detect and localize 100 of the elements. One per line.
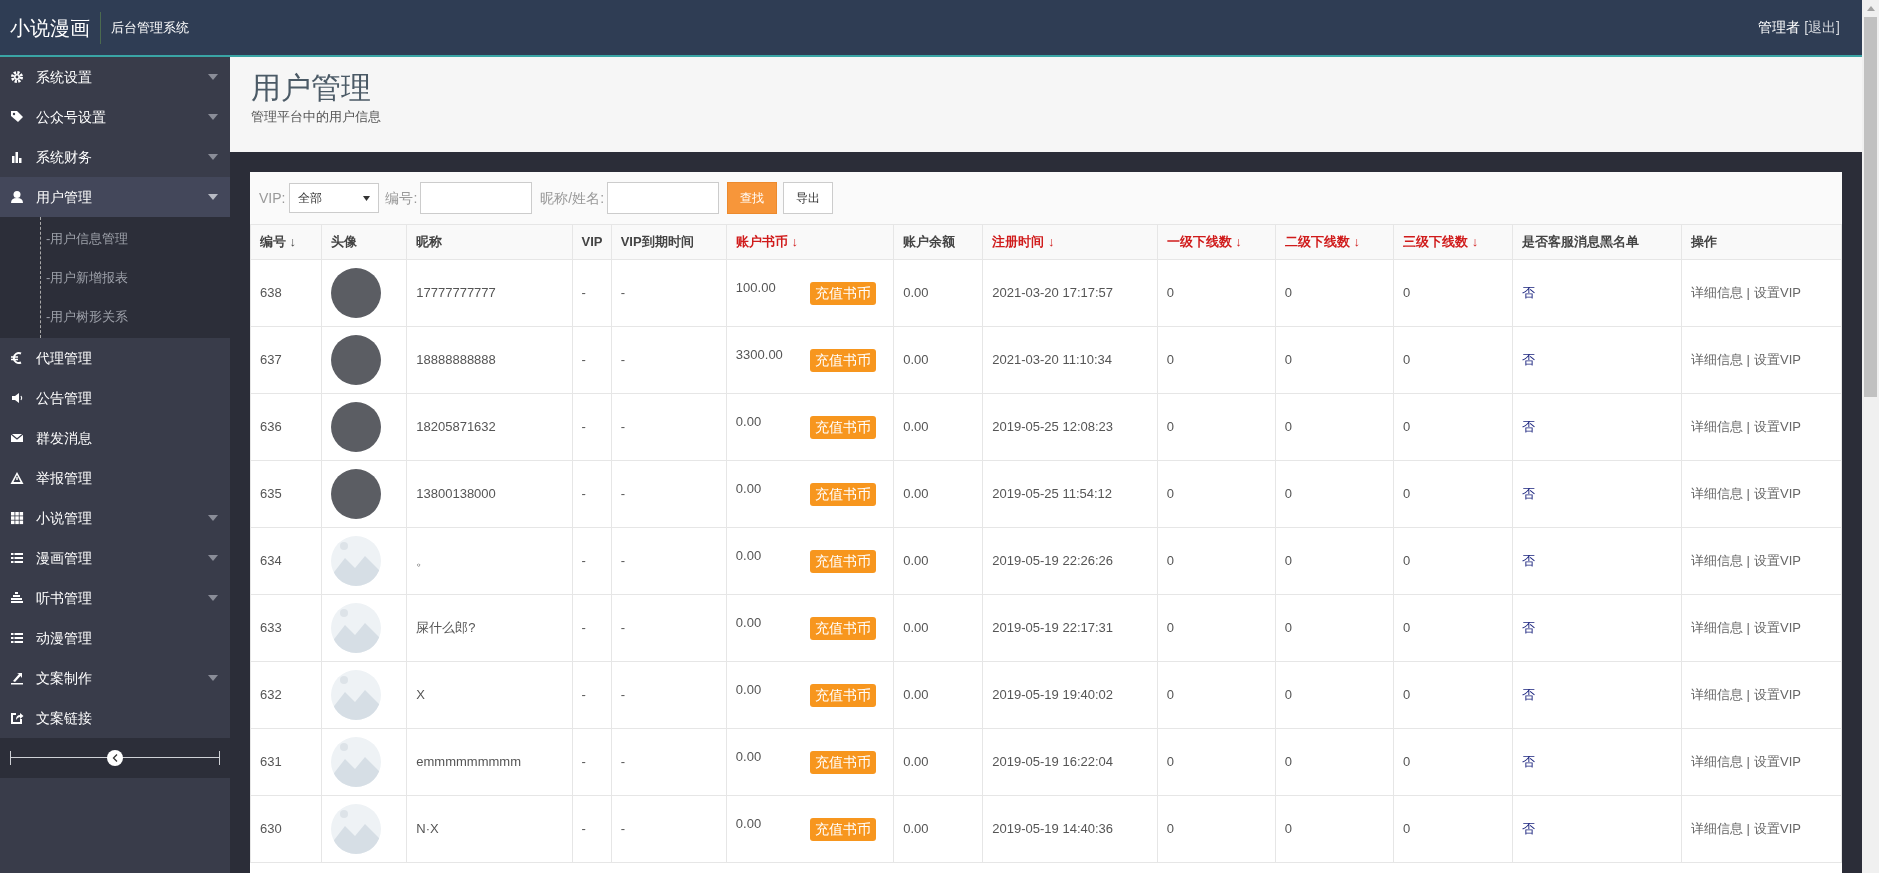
balance-cell: 0.00: [893, 594, 983, 662]
details-link[interactable]: 详细信息: [1690, 419, 1743, 435]
count-cell: 0: [1275, 728, 1394, 796]
balance-cell: 0.00: [893, 393, 983, 461]
sidebar-item[interactable]: 代理管理: [0, 338, 230, 378]
set-vip-link[interactable]: 设置VIP: [1754, 352, 1801, 368]
nickname-cell: 18205871632: [406, 393, 573, 461]
details-link[interactable]: 详细信息: [1690, 754, 1743, 770]
sidebar-collapse-slider[interactable]: [10, 751, 220, 765]
collapse-handle[interactable]: [107, 750, 123, 766]
speaker-icon: [10, 391, 24, 405]
default-avatar-image: [331, 536, 382, 586]
list-icon: [10, 631, 24, 645]
column-header[interactable]: 注册时间 ↓: [982, 224, 1158, 260]
nickname-cell: X: [406, 661, 573, 729]
set-vip-link[interactable]: 设置VIP: [1754, 687, 1801, 703]
column-header[interactable]: 二级下线数 ↓: [1275, 224, 1394, 260]
registration-time-cell: 2021-03-20 17:17:57: [982, 259, 1158, 327]
vip-select[interactable]: 全部: [289, 183, 380, 213]
count-cell: 0: [1157, 594, 1276, 662]
balance-cell: 0.00: [893, 460, 983, 528]
count-cell: 0: [1157, 527, 1276, 595]
count-cell: 0: [1157, 661, 1276, 729]
details-link[interactable]: 详细信息: [1690, 352, 1743, 368]
set-vip-link[interactable]: 设置VIP: [1754, 754, 1801, 770]
vip-cell: -: [572, 460, 612, 528]
separator: |: [1746, 687, 1750, 703]
sidebar-item[interactable]: 举报管理: [0, 458, 230, 498]
sidebar-item[interactable]: 群发消息: [0, 418, 230, 458]
blacklist-cell: 否: [1512, 728, 1682, 796]
blacklist-cell: 否: [1512, 460, 1682, 528]
set-vip-link[interactable]: 设置VIP: [1754, 419, 1801, 435]
column-header[interactable]: 三级下线数 ↓: [1393, 224, 1513, 260]
sidebar-item[interactable]: 文案链接: [0, 698, 230, 738]
coins-value: 0.00: [735, 547, 762, 566]
column-header[interactable]: 一级下线数 ↓: [1157, 224, 1276, 260]
details-link[interactable]: 详细信息: [1690, 620, 1743, 636]
id-cell: 637: [250, 326, 322, 394]
vip-expiry-cell: -: [611, 326, 727, 394]
set-vip-link[interactable]: 设置VIP: [1754, 821, 1801, 837]
export-button[interactable]: 导出: [783, 182, 834, 214]
balance-cell: 0.00: [893, 728, 983, 796]
logout-link[interactable]: [退出]: [1804, 17, 1840, 38]
vip-cell: -: [572, 326, 612, 394]
column-header[interactable]: 编号 ↓: [250, 224, 322, 260]
gear-icon: [10, 70, 24, 84]
separator: |: [1746, 419, 1750, 435]
id-input-field[interactable]: [420, 182, 533, 214]
set-vip-link[interactable]: 设置VIP: [1754, 285, 1801, 301]
warning-icon: [10, 471, 24, 485]
scrollbar-thumb[interactable]: [1864, 17, 1877, 397]
submenu-item[interactable]: -用户新增报表: [0, 258, 230, 297]
vip-cell: -: [572, 259, 612, 327]
column-header[interactable]: 账户书币 ↓: [726, 224, 894, 260]
balance-cell: 0.00: [893, 661, 983, 729]
details-link[interactable]: 详细信息: [1690, 285, 1743, 301]
caret-icon: [208, 595, 218, 601]
count-cell: 0: [1275, 661, 1394, 729]
name-input-field[interactable]: [607, 182, 720, 214]
scrollbar[interactable]: [1862, 0, 1879, 873]
details-link[interactable]: 详细信息: [1690, 687, 1743, 703]
tag-icon: [10, 110, 24, 124]
balance-cell: 0.00: [893, 527, 983, 595]
set-vip-link[interactable]: 设置VIP: [1754, 486, 1801, 502]
sidebar-item[interactable]: 公告管理: [0, 378, 230, 418]
column-header: VIP到期时间: [611, 224, 727, 260]
count-cell: 0: [1157, 259, 1276, 327]
details-link[interactable]: 详细信息: [1690, 553, 1743, 569]
avatar-photo-placeholder: [331, 469, 382, 519]
count-cell: 0: [1157, 728, 1276, 796]
details-link[interactable]: 详细信息: [1690, 486, 1743, 502]
count-cell: 0: [1393, 393, 1513, 461]
nickname-cell: 屎什么郎?: [406, 594, 573, 662]
details-link[interactable]: 详细信息: [1690, 821, 1743, 837]
caret-icon: [208, 555, 218, 561]
sidebar-item[interactable]: 动漫管理: [0, 618, 230, 658]
set-vip-link[interactable]: 设置VIP: [1754, 620, 1801, 636]
separator: |: [1746, 553, 1750, 569]
vip-expiry-cell: -: [611, 795, 727, 863]
vip-cell: -: [572, 795, 612, 863]
set-vip-link[interactable]: 设置VIP: [1754, 553, 1801, 569]
count-cell: 0: [1393, 460, 1513, 528]
column-header: 是否客服消息黑名单: [1512, 224, 1682, 260]
count-cell: 0: [1275, 326, 1394, 394]
scroll-up-icon[interactable]: [1866, 6, 1875, 11]
nickname-cell: 17777777777: [406, 259, 573, 327]
submenu-item[interactable]: -用户树形关系: [0, 297, 230, 336]
count-cell: 0: [1157, 460, 1276, 528]
page-description: 管理平台中的用户信息: [251, 108, 382, 126]
caret-icon: [208, 154, 218, 160]
system-subtitle: 后台管理系统: [110, 18, 190, 37]
avatar-photo-placeholder: [331, 402, 382, 452]
default-avatar-image: [331, 804, 382, 854]
vip-expiry-cell: -: [611, 460, 727, 528]
blacklist-cell: 否: [1512, 259, 1682, 327]
username: 管理者: [1758, 18, 1801, 37]
sidebar-item[interactable]: 用户管理: [0, 177, 230, 217]
submenu-item[interactable]: -用户信息管理: [0, 219, 230, 258]
id-cell: 631: [250, 728, 322, 796]
nickname-cell: 13800138000: [406, 460, 573, 528]
